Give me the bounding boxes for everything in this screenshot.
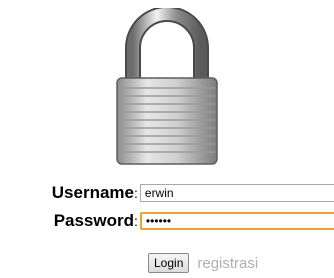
form-actions: Login registrasi <box>148 253 258 273</box>
register-link[interactable]: registrasi <box>197 255 258 272</box>
password-label: Password <box>53 211 134 230</box>
password-input[interactable] <box>139 212 334 230</box>
username-colon: : <box>134 185 138 201</box>
password-colon: : <box>134 213 138 229</box>
username-row: Username : <box>0 182 334 204</box>
login-button[interactable]: Login <box>148 253 190 273</box>
username-input[interactable] <box>139 184 334 202</box>
padlock-icon <box>116 8 218 165</box>
username-label: Username <box>51 183 134 202</box>
password-row: Password : <box>0 210 334 232</box>
